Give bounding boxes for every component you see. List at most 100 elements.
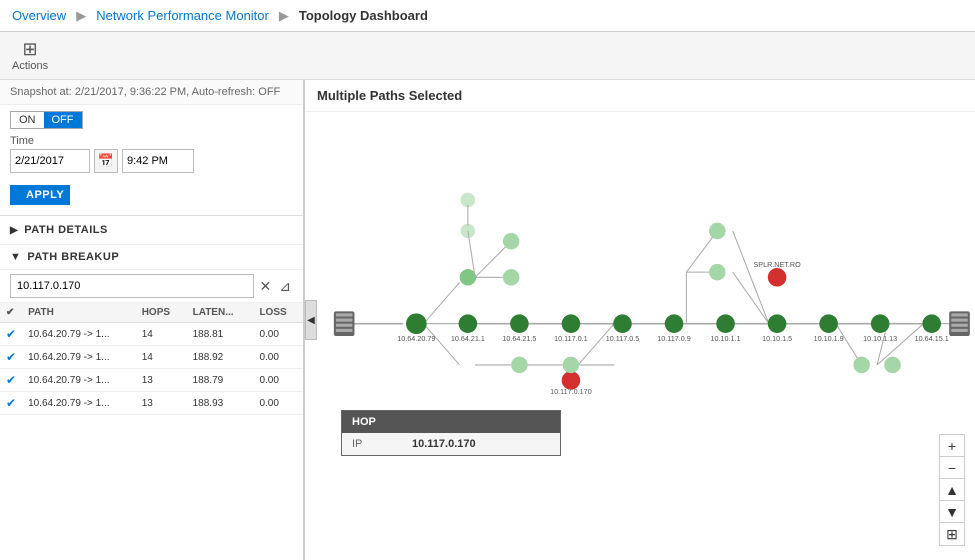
row-path: 10.64.20.79 -> 1... — [22, 369, 136, 392]
paths-table-body: ✔ 10.64.20.79 -> 1... 14 188.81 0.00 ✔ 1… — [0, 323, 303, 415]
zoom-in-button[interactable]: + — [940, 435, 964, 457]
row-check[interactable]: ✔ — [0, 392, 22, 415]
node-6[interactable] — [665, 314, 684, 333]
node-top-1[interactable] — [460, 269, 476, 285]
col-hops: HOPS — [136, 303, 187, 323]
search-input[interactable] — [10, 274, 254, 298]
zoom-out-button[interactable]: − — [940, 457, 964, 479]
hop-tooltip-label: IP — [352, 438, 392, 450]
node-1[interactable] — [406, 313, 427, 334]
node-top-4[interactable] — [461, 224, 475, 238]
row-check[interactable]: ✔ — [0, 346, 22, 369]
node-9[interactable] — [819, 314, 838, 333]
col-path: PATH — [22, 303, 136, 323]
actions-icon: ⊞ — [22, 39, 37, 60]
node-upper-2[interactable] — [709, 264, 725, 280]
table-header-row: ✔ PATH HOPS LATEN... LOSS — [0, 303, 303, 323]
row-latency: 188.79 — [187, 369, 254, 392]
actions-label: Actions — [12, 60, 48, 72]
hop-tooltip: HOP IP 10.117.0.170 — [341, 410, 561, 456]
path-breakup-section[interactable]: ▼ PATH BREAKUP — [0, 245, 303, 270]
snapshot-bar: Snapshot at: 2/21/2017, 9:36:22 PM, Auto… — [0, 80, 303, 105]
col-loss: LOSS — [253, 303, 303, 323]
hop-tooltip-row: IP 10.117.0.170 — [342, 433, 560, 455]
node-10[interactable] — [871, 314, 890, 333]
path-details-arrow: ▶ — [10, 225, 18, 236]
filter-button[interactable]: ⊿ — [277, 278, 293, 295]
toggle-row: ON OFF — [0, 105, 303, 133]
toggle-on-button[interactable]: ON — [10, 111, 44, 129]
node-8[interactable] — [768, 314, 787, 333]
path-breakup-label: PATH BREAKUP — [27, 251, 119, 263]
row-loss: 0.00 — [253, 346, 303, 369]
breadcrumb-overview[interactable]: Overview — [12, 8, 66, 23]
pan-up-button[interactable]: ▲ — [940, 479, 964, 501]
node-low-1[interactable] — [511, 357, 527, 373]
topology-canvas[interactable]: 10.64.20.79 10.64.21.1 10.64.21.5 10.117… — [305, 112, 975, 556]
row-loss: 0.00 — [253, 369, 303, 392]
row-hops: 13 — [136, 369, 187, 392]
node-top-3[interactable] — [503, 269, 519, 285]
right-panel: ◀ Multiple Paths Selected — [305, 80, 975, 560]
table-row[interactable]: ✔ 10.64.20.79 -> 1... 14 188.92 0.00 — [0, 346, 303, 369]
node-11[interactable] — [922, 314, 941, 333]
hop-tooltip-value: 10.117.0.170 — [412, 438, 476, 450]
node-upper-1[interactable] — [709, 223, 725, 239]
path-details-label: PATH DETAILS — [24, 224, 108, 236]
breadcrumb-npm[interactable]: Network Performance Monitor — [96, 8, 269, 23]
col-check: ✔ — [0, 303, 22, 323]
node-2[interactable] — [459, 314, 478, 333]
table-row[interactable]: ✔ 10.64.20.79 -> 1... 13 188.93 0.00 — [0, 392, 303, 415]
date-input[interactable] — [10, 149, 90, 173]
time-inputs: 📅 — [10, 149, 293, 173]
col-latency: LATEN... — [187, 303, 254, 323]
breadcrumb-page: Topology Dashboard — [299, 8, 428, 23]
node-red-1[interactable] — [768, 268, 787, 287]
table-row[interactable]: ✔ 10.64.20.79 -> 1... 14 188.81 0.00 — [0, 323, 303, 346]
svg-text:10.64.21.5: 10.64.21.5 — [502, 334, 536, 343]
panel-title: Multiple Paths Selected — [305, 80, 975, 112]
node-top-2[interactable] — [503, 233, 519, 249]
zoom-controls: + − ▲ ▼ ⊞ — [939, 434, 965, 546]
actions-button[interactable]: ⊞ Actions — [12, 39, 48, 72]
path-breakup-arrow: ▼ — [10, 251, 21, 263]
apply-button[interactable]: APPLY — [10, 185, 70, 205]
row-path: 10.64.20.79 -> 1... — [22, 323, 136, 346]
breadcrumb-sep-2: ▶ — [279, 8, 289, 24]
node-4[interactable] — [562, 314, 581, 333]
node-low-3[interactable] — [853, 357, 869, 373]
search-row: ✕ ⊿ — [0, 270, 303, 303]
paths-table: ✔ PATH HOPS LATEN... LOSS ✔ 10.64.20.79 … — [0, 303, 303, 415]
node-7[interactable] — [716, 314, 735, 333]
time-input[interactable] — [122, 149, 194, 173]
node-low-2[interactable] — [563, 357, 579, 373]
fit-button[interactable]: ⊞ — [940, 523, 964, 545]
svg-text:10.10.1.5: 10.10.1.5 — [762, 334, 792, 343]
path-details-section[interactable]: ▶ PATH DETAILS — [0, 216, 303, 245]
toggle-off-button[interactable]: OFF — [44, 111, 83, 129]
breadcrumb-bar: Overview ▶ Network Performance Monitor ▶… — [0, 0, 975, 32]
row-hops: 13 — [136, 392, 187, 415]
node-5[interactable] — [613, 314, 632, 333]
paths-table-container: ✔ PATH HOPS LATEN... LOSS ✔ 10.64.20.79 … — [0, 303, 303, 415]
row-check[interactable]: ✔ — [0, 323, 22, 346]
clear-search-button[interactable]: ✕ — [258, 278, 274, 295]
node-low-4[interactable] — [884, 357, 900, 373]
node-3[interactable] — [510, 314, 529, 333]
svg-text:10.117.0.9: 10.117.0.9 — [657, 334, 691, 343]
row-hops: 14 — [136, 323, 187, 346]
svg-text:10.10.1.9: 10.10.1.9 — [814, 334, 844, 343]
calendar-icon[interactable]: 📅 — [94, 149, 118, 173]
svg-text:10.10.1.13: 10.10.1.13 — [863, 334, 897, 343]
svg-text:SPLR.NET.RO: SPLR.NET.RO — [753, 260, 801, 269]
pan-down-button[interactable]: ▼ — [940, 501, 964, 523]
row-check[interactable]: ✔ — [0, 369, 22, 392]
topology-svg: 10.64.20.79 10.64.21.1 10.64.21.5 10.117… — [305, 112, 975, 556]
table-row[interactable]: ✔ 10.64.20.79 -> 1... 13 188.79 0.00 — [0, 369, 303, 392]
row-latency: 188.93 — [187, 392, 254, 415]
node-top-5[interactable] — [461, 193, 475, 207]
svg-text:10.10.1.1: 10.10.1.1 — [711, 334, 741, 343]
svg-text:10.117.0.1: 10.117.0.1 — [554, 334, 588, 343]
row-latency: 188.81 — [187, 323, 254, 346]
search-actions: ✕ ⊿ — [258, 278, 293, 295]
